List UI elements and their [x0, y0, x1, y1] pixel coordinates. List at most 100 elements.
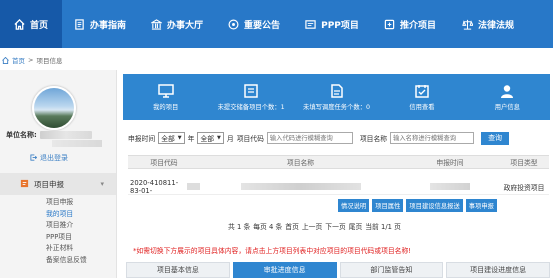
project-table: 项目代码 项目名称 申报时间 项目类型 2020-410811-83-01- 政… — [128, 155, 549, 212]
row-declare-time — [401, 179, 499, 194]
nav-ppp-label: PPP项目 — [321, 20, 359, 31]
unit-name-label: 单位名称: — [6, 131, 37, 139]
sidebar-item-ppp[interactable]: PPP项目 — [46, 232, 87, 244]
pager-first[interactable]: 首页 — [285, 221, 299, 231]
banner-user-info[interactable]: 用户信息 — [465, 74, 550, 120]
row-declare-time-redacted — [430, 183, 470, 190]
archive-icon — [243, 83, 259, 98]
search-button[interactable]: 查询 — [481, 131, 510, 145]
month-unit: 月 — [226, 135, 234, 143]
unit-name-redacted — [39, 131, 92, 139]
row-project-type: 政府投资项目 — [503, 183, 545, 192]
banner-unsubmitted-label: 未提交储备项目个数：1 — [217, 103, 285, 111]
pager-total: 共 1 条 — [228, 223, 251, 231]
item-declare-button[interactable]: 事项申报 — [465, 199, 497, 212]
document-icon — [329, 83, 345, 98]
sidebar-submenu: 项目申报 我的项目 项目推介 PPP项目 补正材料 备案信息反馈 — [46, 197, 87, 266]
table-row[interactable]: 2020-410811-83-01- 政府投资项目 — [128, 179, 549, 195]
unit-name-redacted-line2 — [52, 140, 102, 147]
banner-credit-label: 信用查看 — [409, 103, 435, 111]
declare-time-label: 申报时间 — [128, 135, 156, 143]
sidebar-item-my-projects[interactable]: 我的项目 — [46, 209, 87, 221]
project-attributes-button[interactable]: 项目属性 — [372, 199, 404, 212]
pager-per-page: 每页 4 条 — [253, 223, 283, 231]
banner-unfilled-tasks-label: 未填写调度任务个数：0 — [303, 103, 370, 111]
user-icon — [499, 84, 515, 98]
row-project-name[interactable] — [200, 179, 401, 194]
month-select[interactable]: 全部 ▼ — [197, 132, 224, 144]
nav-guide-label: 办事指南 — [89, 20, 126, 31]
project-code-label: 项目代码 — [236, 135, 264, 143]
nav-announcements[interactable]: 重要公告 — [216, 0, 292, 48]
project-code-input[interactable] — [266, 132, 353, 144]
switch-notice: *如需切换下方展示的项目具体内容，请点击上方项目列表中对应项目的项目代码或项目名… — [133, 247, 411, 255]
sidebar-menu-head-label: 项目申报 — [34, 179, 64, 189]
breadcrumb-separator: > — [28, 56, 34, 64]
logout-link[interactable]: 退出登录 — [30, 153, 68, 163]
nav-law-label: 法律法规 — [477, 20, 514, 31]
logout-icon — [30, 153, 38, 163]
pager-current: 当前 1/1 页 — [365, 223, 401, 231]
project-name-input[interactable] — [390, 132, 475, 144]
tab-basic-info[interactable]: 项目基本信息 — [126, 262, 230, 278]
project-name-label: 项目名称 — [359, 135, 388, 143]
banner-unsubmitted[interactable]: 未提交储备项目个数：1 — [208, 74, 293, 120]
col-project-code: 项目代码 — [150, 159, 178, 167]
banner-my-projects[interactable]: 我的项目 — [123, 74, 208, 120]
sidebar-item-project-declare[interactable]: 项目申报 — [46, 197, 87, 209]
table-header: 项目代码 项目名称 申报时间 项目类型 — [128, 155, 549, 169]
breadcrumb-home[interactable]: 首页 — [12, 55, 25, 65]
nav-promote-label: 推介项目 — [399, 20, 436, 31]
pager-prev[interactable]: 上一页 — [302, 221, 322, 231]
summary-banner: 我的项目 未提交储备项目个数：1 未填写调度任务个数：0 信用查看 用户信息 — [123, 74, 550, 120]
nav-announcements-label: 重要公告 — [243, 20, 280, 31]
year-select[interactable]: 全部 ▼ — [158, 132, 185, 144]
row-project-code[interactable]: 2020-410811-83-01- — [128, 179, 200, 195]
tab-dept-supervision[interactable]: 部门监管告知 — [339, 262, 444, 278]
tab-construction-progress[interactable]: 项目建设进度信息 — [446, 262, 550, 278]
declare-menu-icon — [20, 179, 29, 190]
search-filter: 申报时间 全部▼ 年 全部▼ 月 项目代码 项目名称 查询 — [128, 131, 510, 145]
banner-user-info-label: 用户信息 — [494, 103, 520, 111]
month-select-value: 全部 — [200, 135, 215, 143]
nav-promote[interactable]: 推介项目 — [372, 0, 448, 48]
top-navigation: 首页 办事指南 办事大厅 重要公告 PPP项目 推介项目 法律法规 — [0, 0, 553, 48]
row-project-name-redacted — [240, 183, 361, 190]
pagination: 共 1 条 每页 4 条 首页 上一页 下一页 尾页 当前 1/1 页 — [228, 221, 401, 231]
detail-tabs: 项目基本信息 审批进度信息 部门监管告知 项目建设进度信息 — [126, 262, 550, 278]
breadcrumb: 首页 > 项目信息 — [2, 54, 62, 66]
row-project-code-redacted — [187, 183, 200, 190]
home-icon — [14, 18, 25, 30]
promote-icon — [384, 19, 395, 30]
nav-law[interactable]: 法律法规 — [448, 0, 528, 48]
banner-my-projects-label: 我的项目 — [153, 103, 179, 111]
pager-last[interactable]: 尾页 — [349, 221, 363, 231]
breadcrumb-home-icon — [2, 56, 9, 64]
nav-hall[interactable]: 办事大厅 — [138, 0, 216, 48]
ppp-icon — [305, 19, 316, 30]
tab-approval-progress[interactable]: 审批进度信息 — [232, 262, 337, 278]
nav-guide[interactable]: 办事指南 — [62, 0, 138, 48]
banner-unfilled-tasks[interactable]: 未填写调度任务个数：0 — [294, 74, 379, 120]
nav-hall-label: 办事大厅 — [166, 20, 203, 31]
monitor-icon — [157, 83, 174, 98]
row-actions: 情况说明 项目属性 项目建设信息报送 事项申报 — [338, 199, 497, 212]
nav-ppp[interactable]: PPP项目 — [292, 0, 372, 48]
nav-home[interactable]: 首页 — [0, 0, 62, 48]
hall-icon — [150, 18, 162, 30]
sidebar-menu-project-declare[interactable]: 项目申报 ▾ — [0, 173, 116, 195]
pager-next[interactable]: 下一页 — [325, 221, 345, 231]
construction-report-button[interactable]: 项目建设信息报送 — [406, 199, 463, 212]
credit-icon — [414, 84, 430, 98]
guide-icon — [74, 18, 85, 30]
status-explain-button[interactable]: 情况说明 — [338, 199, 370, 212]
chevron-down-icon: ▼ — [217, 135, 221, 141]
logout-label: 退出登录 — [40, 154, 68, 162]
col-project-name: 项目名称 — [286, 159, 315, 167]
sidebar-item-project-promote[interactable]: 项目推介 — [46, 220, 87, 232]
banner-credit[interactable]: 信用查看 — [379, 74, 464, 120]
avatar[interactable] — [32, 86, 76, 130]
sidebar-item-supplement[interactable]: 补正材料 — [46, 243, 87, 255]
sidebar-item-feedback[interactable]: 备案信息反馈 — [46, 255, 87, 267]
col-declare-time: 申报时间 — [436, 159, 464, 167]
